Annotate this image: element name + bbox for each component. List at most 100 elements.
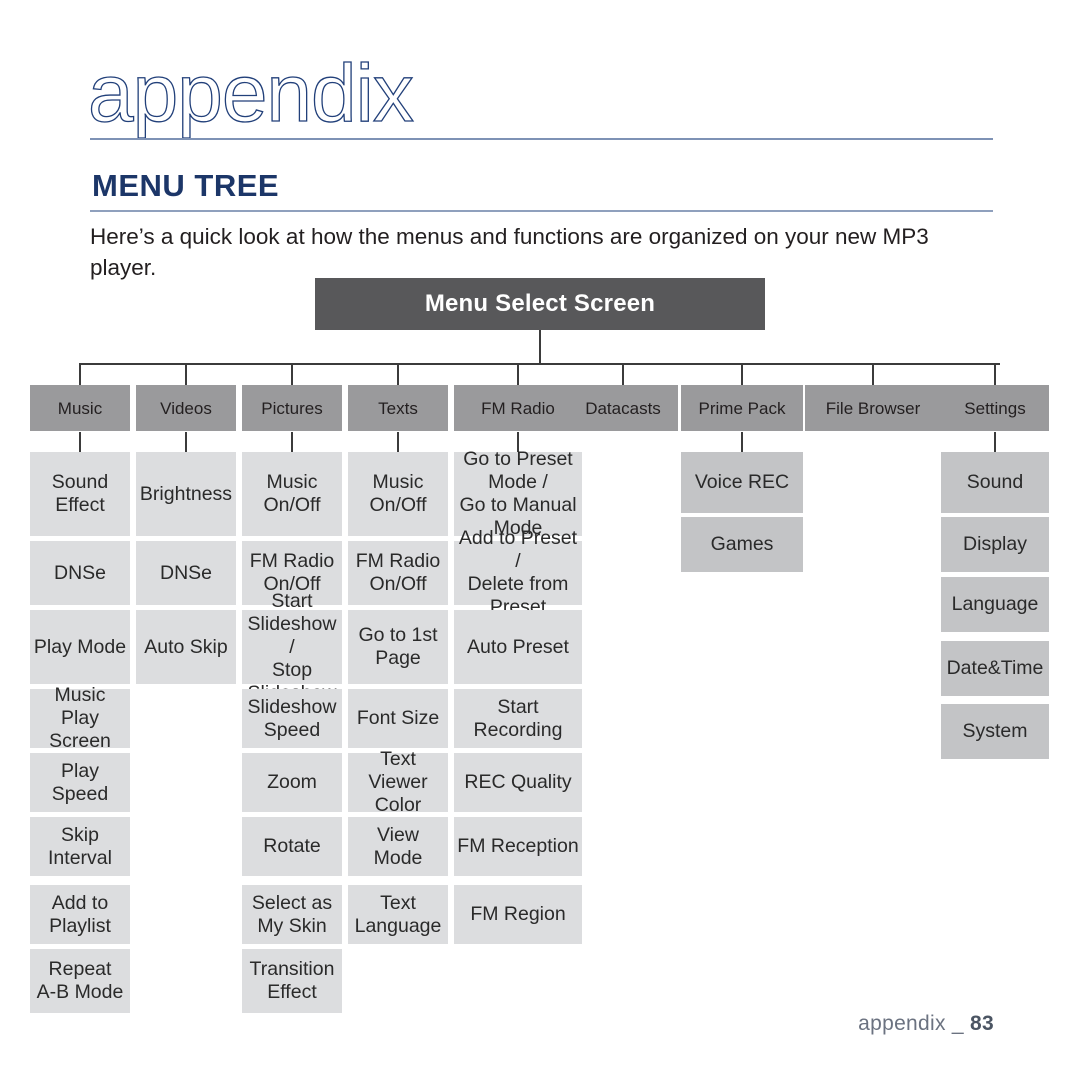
submenu-item[interactable]: Play Speed — [30, 753, 130, 812]
submenu-item[interactable]: Add to Preset / Delete from Preset — [454, 527, 582, 618]
bus-drop-connector — [79, 363, 81, 385]
category-box-file-browser[interactable]: File Browser — [805, 385, 941, 431]
submenu-item[interactable]: Text Viewer Color — [348, 748, 448, 816]
submenu-item[interactable]: Auto Skip — [136, 610, 236, 684]
bus-drop-connector — [872, 363, 874, 385]
submenu-item-label: Music Play Screen — [49, 684, 111, 752]
bus-drop-connector — [741, 363, 743, 385]
submenu-item[interactable]: Go to Preset Mode / Go to Manual Mode — [454, 448, 582, 539]
submenu-item-label: Zoom — [267, 771, 317, 793]
submenu-item-label: Go to 1st Page — [358, 624, 438, 669]
root-stem-connector — [539, 330, 541, 364]
submenu-item-label: Add to Playlist — [49, 891, 111, 937]
submenu-item-label: DNSe — [159, 561, 213, 584]
category-bus-connector — [79, 363, 1000, 365]
category-box-music[interactable]: Music — [30, 385, 130, 431]
submenu-item-label: Text Viewer Color — [368, 748, 428, 816]
submenu-item-label: View Mode — [373, 823, 423, 869]
submenu-item-label: Auto Skip — [144, 635, 228, 658]
submenu-item[interactable]: DNSe — [136, 541, 236, 605]
category-box-fm-radio[interactable]: FM Radio — [454, 385, 582, 431]
submenu-item-label: Repeat A-B Mode — [36, 958, 124, 1003]
bus-drop-connector — [994, 363, 996, 385]
submenu-item[interactable]: FM Radio On/Off — [348, 541, 448, 605]
submenu-item[interactable]: Music On/Off — [242, 452, 342, 536]
submenu-item-label: Text Language — [354, 891, 442, 937]
submenu-item[interactable]: Music On/Off — [348, 452, 448, 536]
submenu-item-label: FM Region — [470, 903, 566, 925]
submenu-item[interactable]: View Mode — [348, 817, 448, 876]
category-box-pictures[interactable]: Pictures — [242, 385, 342, 431]
submenu-item-label: Games — [710, 533, 774, 555]
submenu-item-label: System — [962, 720, 1028, 742]
category-box-texts[interactable]: Texts — [348, 385, 448, 431]
submenu-item[interactable]: Sound Effect — [30, 452, 130, 536]
submenu-item[interactable]: Voice REC — [681, 452, 803, 513]
submenu-item[interactable]: Repeat A-B Mode — [30, 949, 130, 1013]
submenu-item-label: Date&Time — [946, 657, 1044, 679]
category-label: File Browser — [825, 398, 921, 418]
submenu-item-label: Auto Preset — [467, 635, 569, 658]
submenu-item-label: Font Size — [356, 707, 440, 729]
category-child-connector — [741, 432, 743, 452]
menu-select-screen-root: Menu Select Screen — [315, 278, 765, 330]
category-child-connector — [185, 432, 187, 452]
category-child-connector — [79, 432, 81, 452]
submenu-item[interactable]: Sound — [941, 452, 1049, 513]
category-child-connector — [291, 432, 293, 452]
submenu-item[interactable]: Text Language — [348, 885, 448, 944]
submenu-item[interactable]: FM Region — [454, 885, 582, 944]
submenu-item-label: Music On/Off — [263, 471, 321, 516]
category-box-settings[interactable]: Settings — [941, 385, 1049, 431]
submenu-item[interactable]: System — [941, 704, 1049, 759]
submenu-item-label: FM Radio On/Off — [355, 550, 441, 595]
submenu-item-label: Play Mode — [33, 635, 127, 658]
submenu-item[interactable]: Auto Preset — [454, 610, 582, 684]
submenu-item[interactable]: Date&Time — [941, 641, 1049, 696]
bus-drop-connector — [517, 363, 519, 385]
submenu-item[interactable]: Skip Interval — [30, 817, 130, 876]
submenu-item[interactable]: Transition Effect — [242, 949, 342, 1013]
category-box-prime-pack[interactable]: Prime Pack — [681, 385, 803, 431]
menu-tree-diagram: Menu Select Screen Music Videos Pictures Te… — [0, 0, 1080, 1080]
submenu-item-label: Music On/Off — [369, 471, 427, 516]
submenu-item[interactable]: Display — [941, 517, 1049, 572]
submenu-item-label: FM Reception — [457, 835, 579, 857]
bus-drop-connector — [291, 363, 293, 385]
submenu-item[interactable]: DNSe — [30, 541, 130, 605]
submenu-item[interactable]: Select as My Skin — [242, 885, 342, 944]
submenu-item[interactable]: Font Size — [348, 689, 448, 748]
category-label: Datacasts — [585, 398, 661, 418]
bus-drop-connector — [397, 363, 399, 385]
submenu-item[interactable]: Play Mode — [30, 610, 130, 684]
submenu-item[interactable]: FM Reception — [454, 817, 582, 876]
submenu-item-label: Select as My Skin — [251, 891, 333, 937]
submenu-item[interactable]: Go to 1st Page — [348, 610, 448, 684]
category-label: Prime Pack — [698, 398, 786, 418]
submenu-item[interactable]: Music Play Screen — [30, 684, 130, 752]
submenu-item[interactable]: Slideshow Speed — [242, 689, 342, 748]
submenu-item-label: Add to Preset / Delete from Preset — [458, 527, 578, 618]
submenu-item-label: Skip Interval — [48, 823, 112, 869]
category-label: Videos — [160, 398, 212, 418]
bus-drop-connector — [622, 363, 624, 385]
submenu-item-label: Transition Effect — [249, 958, 335, 1003]
submenu-item[interactable]: Zoom — [242, 753, 342, 812]
submenu-item[interactable]: Start Recording — [454, 689, 582, 748]
bus-drop-connector — [185, 363, 187, 385]
category-child-connector — [994, 432, 996, 452]
footer-label: appendix _ — [858, 1012, 964, 1035]
category-box-videos[interactable]: Videos — [136, 385, 236, 431]
submenu-item[interactable]: Rotate — [242, 817, 342, 876]
submenu-item[interactable]: REC Quality — [454, 753, 582, 812]
category-child-connector — [397, 432, 399, 452]
submenu-item[interactable]: Games — [681, 517, 803, 572]
category-label: Texts — [378, 398, 418, 418]
submenu-item[interactable]: Brightness — [136, 452, 236, 536]
submenu-item[interactable]: Language — [941, 577, 1049, 632]
submenu-item[interactable]: Start Slideshow / Stop Slideshow — [242, 590, 342, 704]
category-box-datacasts[interactable]: Datacasts — [568, 385, 678, 431]
submenu-item[interactable]: Add to Playlist — [30, 885, 130, 944]
submenu-item-label: Slideshow Speed — [247, 695, 337, 741]
submenu-item-label: Play Speed — [51, 759, 109, 805]
